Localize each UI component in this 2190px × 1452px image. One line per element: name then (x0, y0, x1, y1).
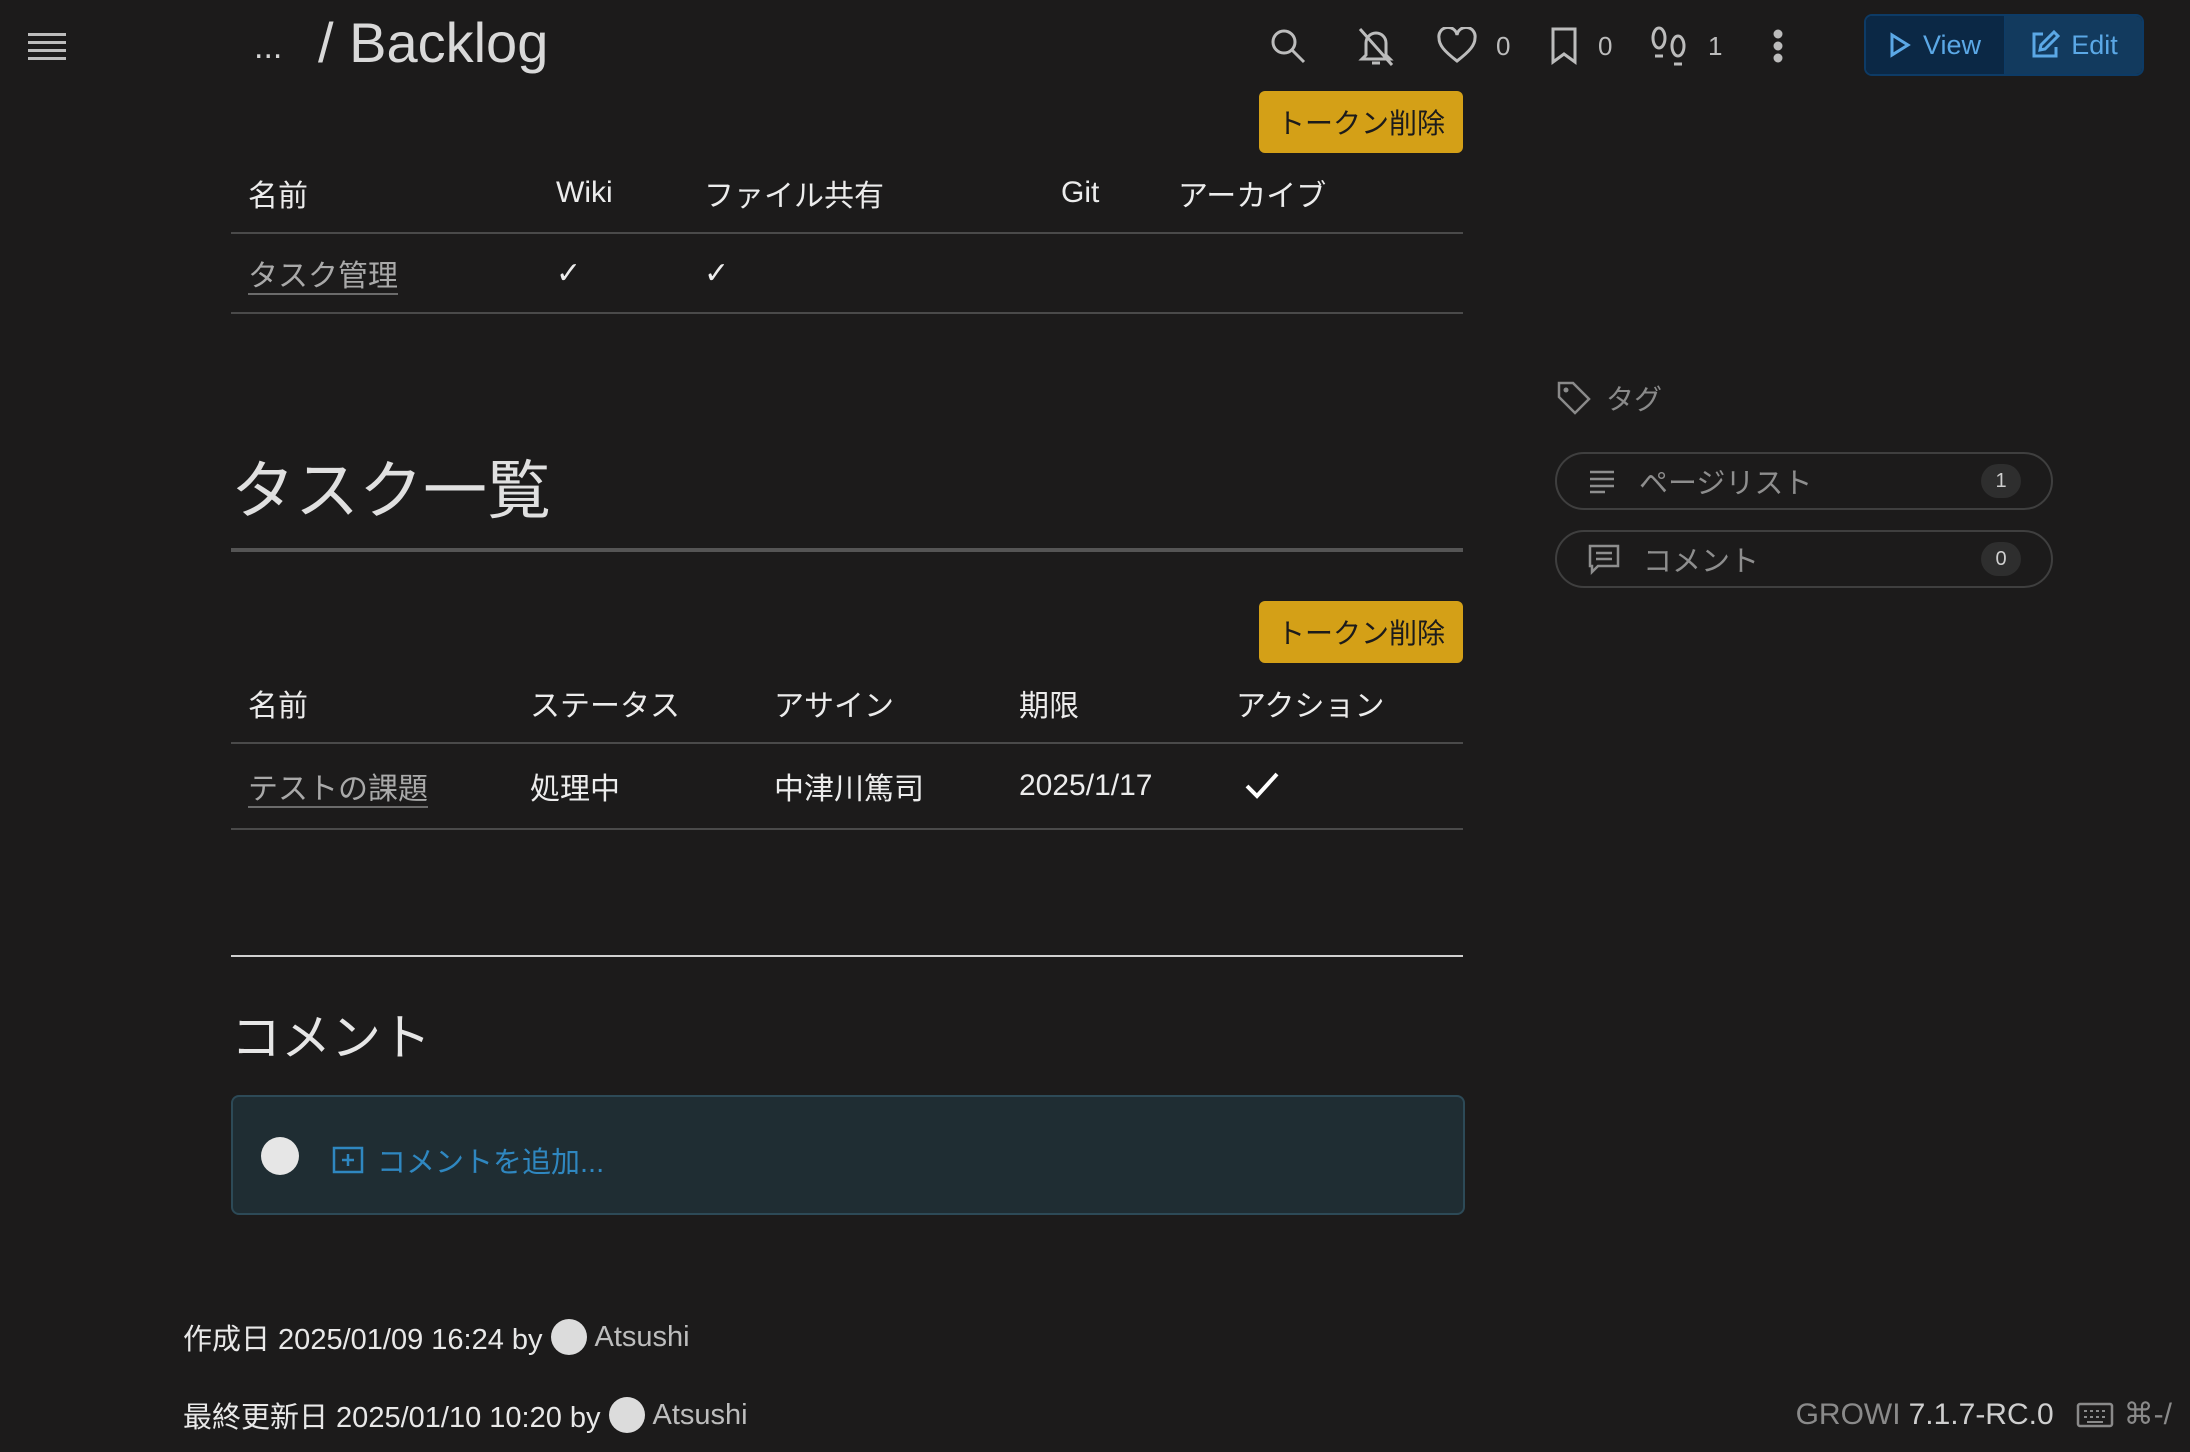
created-label: 作成日 2025/01/09 16:24 by (183, 1324, 543, 1356)
table-cell-file: ✓ (687, 233, 1044, 314)
column-header: Wiki (539, 154, 687, 234)
add-comment-icon (332, 1146, 364, 1174)
updated-info: 最終更新日 2025/01/10 10:20 by Atsushi (183, 1394, 748, 1436)
heading-divider (231, 548, 1463, 552)
sidebar-toggle-icon[interactable] (28, 28, 68, 68)
view-button[interactable]: View (1866, 16, 2004, 74)
table-cell-assignee: 中津川篤司 (757, 743, 1002, 830)
edit-button[interactable]: Edit (2004, 16, 2142, 74)
breadcrumb-ellipsis[interactable]: ... (254, 28, 282, 67)
edit-button-label: Edit (2071, 29, 2118, 60)
column-header: アサイン (757, 664, 1002, 744)
like-count: 0 (1496, 30, 1511, 61)
bookmark-button[interactable]: 0 (1548, 20, 1612, 72)
column-header: 期限 (1002, 664, 1219, 744)
table-cell-action (1219, 743, 1463, 830)
search-icon[interactable] (1268, 20, 1308, 72)
view-button-label: View (1922, 29, 1982, 60)
tag-icon (1557, 381, 1591, 415)
table-row: タスク管理 ✓ ✓ (231, 233, 1463, 314)
avatar (608, 1397, 645, 1433)
token-delete-button[interactable]: トークン削除 (1259, 601, 1463, 663)
bookmark-count: 0 (1598, 30, 1613, 61)
table-cell-due: 2025/1/17 (1002, 743, 1219, 830)
view-edit-toggle: View Edit (1864, 14, 2144, 76)
column-header: アーカイブ (1161, 154, 1463, 234)
comment-list-count: 0 (1981, 542, 2021, 576)
column-header: 名前 (231, 154, 539, 234)
page-title: / Backlog (318, 11, 549, 74)
footprint-icon (1651, 26, 1686, 66)
column-header: 名前 (231, 664, 513, 744)
like-button[interactable]: 0 (1436, 20, 1510, 72)
more-options-icon[interactable] (1768, 20, 1788, 72)
heart-icon (1437, 27, 1477, 63)
brand-label: GROWI (1795, 1397, 1901, 1431)
comment-divider (231, 955, 1463, 957)
tasks-heading: タスク一覧 (231, 455, 551, 527)
add-comment-label: コメントを追加... (377, 1147, 605, 1179)
updated-user-link[interactable]: Atsushi (653, 1399, 748, 1432)
add-comment-button[interactable]: コメントを追加... (331, 1139, 604, 1181)
created-info: 作成日 2025/01/09 16:24 by Atsushi (183, 1316, 690, 1358)
avatar (550, 1319, 587, 1355)
updated-label: 最終更新日 2025/01/10 10:20 by (183, 1402, 601, 1434)
bookmark-icon (1551, 27, 1577, 65)
table-header-row: 名前 ステータス アサイン 期限 アクション (231, 664, 1463, 744)
column-header: ファイル共有 (687, 154, 1044, 234)
table-cell-git (1044, 233, 1161, 314)
table-header-row: 名前 Wiki ファイル共有 Git アーカイブ (231, 154, 1463, 234)
task-table: 名前 ステータス アサイン 期限 アクション テストの課題 処理中 中津川篤司 … (231, 664, 1463, 830)
table-cell-name[interactable]: タスク管理 (231, 233, 539, 314)
project-link[interactable]: タスク管理 (248, 260, 398, 295)
play-icon (1890, 32, 1911, 58)
comment-list-button[interactable]: コメント 0 (1555, 530, 2053, 588)
comment-box[interactable]: コメントを追加... (231, 1095, 1465, 1215)
page-list-button[interactable]: ページリスト 1 (1555, 452, 2053, 510)
notification-off-icon[interactable] (1356, 20, 1396, 72)
table-row: テストの課題 処理中 中津川篤司 2025/1/17 (231, 743, 1463, 830)
table-cell-status: 処理中 (513, 743, 757, 830)
project-table: 名前 Wiki ファイル共有 Git アーカイブ タスク管理 ✓ ✓ (231, 154, 1463, 314)
token-delete-button[interactable]: トークン削除 (1259, 91, 1463, 153)
comment-list-label: コメント (1643, 546, 1760, 578)
column-header: Git (1044, 154, 1161, 234)
created-user-link[interactable]: Atsushi (595, 1321, 690, 1354)
edit-icon (2032, 29, 2061, 58)
tags-button[interactable]: タグ (1556, 378, 1662, 418)
tags-label: タグ (1606, 384, 1663, 415)
task-link[interactable]: テストの課題 (248, 773, 428, 808)
column-header: アクション (1219, 664, 1463, 744)
footer: GROWI 7.1.7-RC.0 ⌘-/ (1796, 1397, 2172, 1432)
comment-heading: コメント (231, 1010, 431, 1066)
table-cell-name[interactable]: テストの課題 (231, 743, 513, 830)
keyboard-icon[interactable] (2076, 1401, 2114, 1429)
avatar (261, 1137, 299, 1175)
table-cell-wiki: ✓ (539, 233, 687, 314)
list-icon (1590, 470, 1614, 494)
column-header: ステータス (513, 664, 757, 744)
comment-icon (1588, 544, 1620, 575)
check-icon[interactable] (1242, 769, 1282, 803)
version-label: 7.1.7-RC.0 (1908, 1397, 2054, 1431)
footprint-count: 1 (1708, 30, 1723, 61)
page-list-count: 1 (1981, 464, 2021, 498)
table-cell-archive (1161, 233, 1463, 314)
footprint-button[interactable]: 1 (1648, 20, 1722, 72)
page-list-label: ページリスト (1639, 468, 1813, 500)
shortcut-label[interactable]: ⌘-/ (2124, 1397, 2172, 1432)
